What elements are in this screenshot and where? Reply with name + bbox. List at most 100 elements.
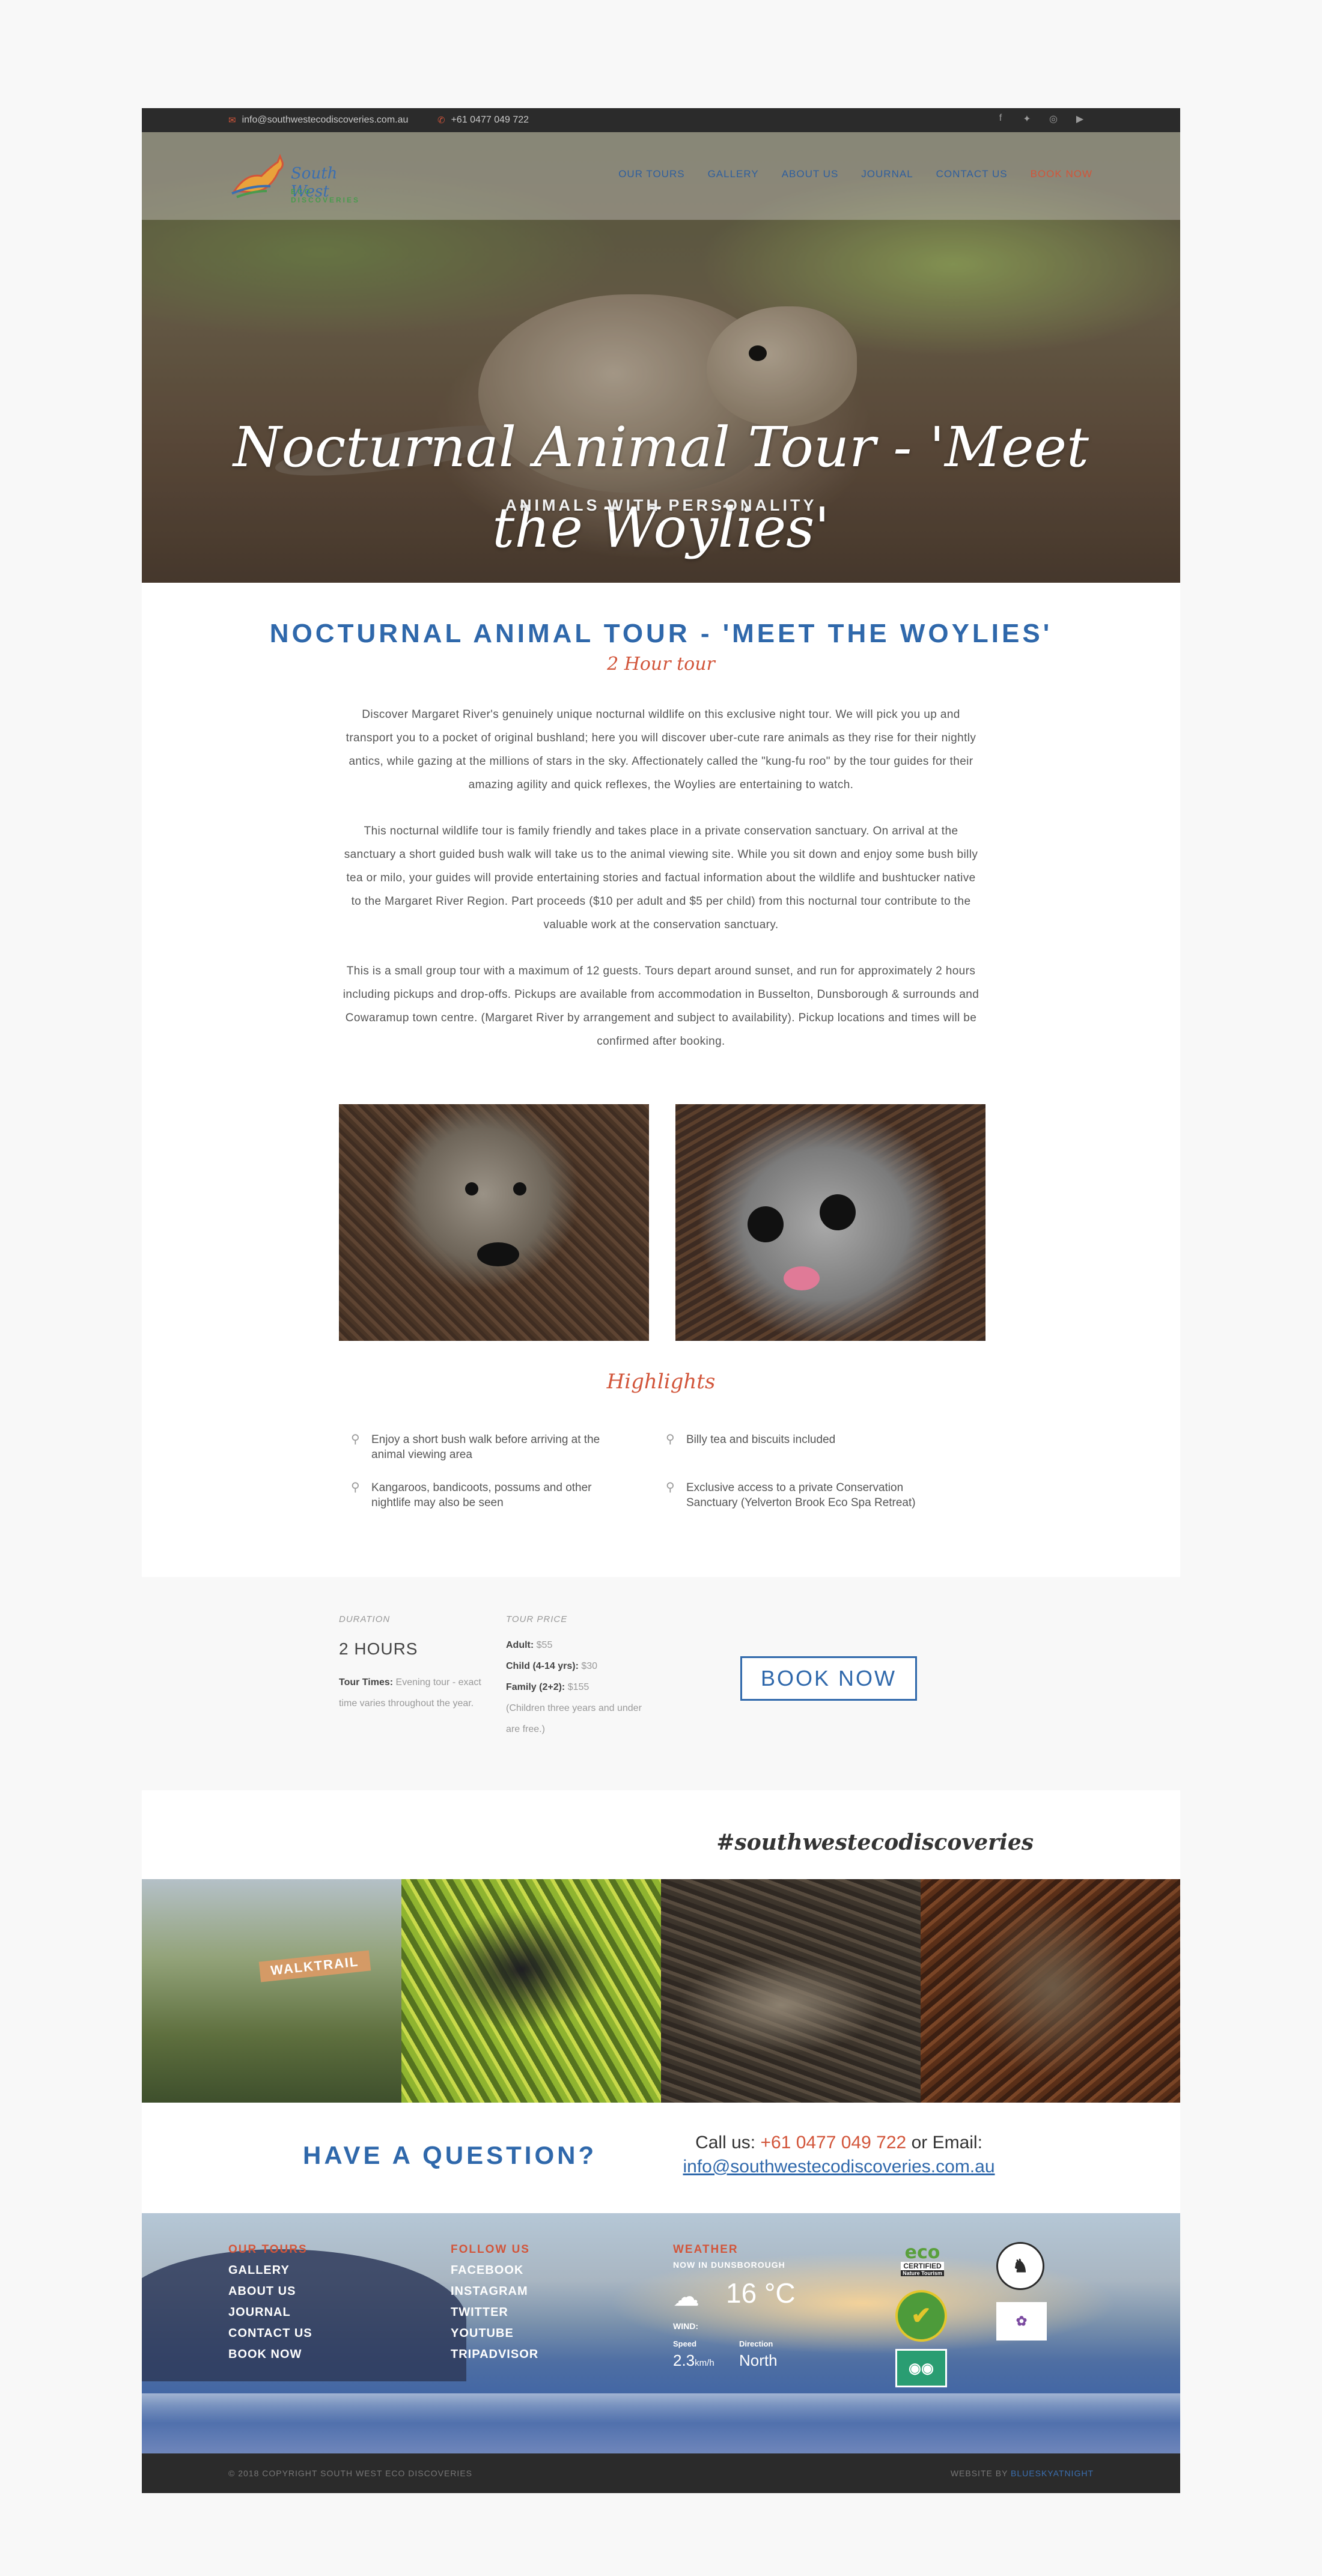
question-phone[interactable]: +61 0477 049 722 xyxy=(760,2133,906,2152)
footer-link-youtube[interactable]: YOUTUBE xyxy=(451,2323,538,2344)
tour-times-label: Tour Times: xyxy=(339,1677,394,1687)
footer-surf xyxy=(142,2393,1180,2423)
photo-woylie-snout xyxy=(477,1242,519,1266)
highlight-item: ⚲ Kangaroos, bandicoots, possums and oth… xyxy=(349,1480,631,1510)
eco-badge-sub: CERTIFIED xyxy=(901,2262,944,2270)
footer-link-book[interactable]: BOOK NOW xyxy=(228,2344,312,2365)
instagram-tile-walktrail[interactable]: WALKTRAIL xyxy=(142,1879,401,2103)
photo-possum-eye-left xyxy=(748,1206,784,1242)
topbar-email[interactable]: ✉ info@southwestecodiscoveries.com.au xyxy=(228,115,408,126)
price-note: (Children three years and under are free… xyxy=(506,1703,642,1734)
question-call: Call us: +61 0477 049 722 or Email: xyxy=(683,2133,995,2153)
price-family: Family (2+2): $155 xyxy=(506,1677,656,1698)
tour-paragraph-2: This nocturnal wildlife tour is family f… xyxy=(344,825,978,931)
topbar-phone-text: +61 0477 049 722 xyxy=(451,115,529,125)
eco-badge-title: eco xyxy=(904,2242,940,2263)
phone-icon: ✆ xyxy=(437,115,445,126)
kangaroo-logo-icon xyxy=(231,153,284,198)
credit-link[interactable]: BLUESKYATNIGHT xyxy=(1011,2468,1094,2478)
wind-speed: 2.3km/h xyxy=(673,2351,714,2370)
footer-link-journal[interactable]: JOURNAL xyxy=(228,2302,312,2323)
facebook-icon[interactable]: f xyxy=(995,113,1006,125)
website-credit: WEBSITE BY BLUESKYATNIGHT xyxy=(951,2468,1094,2478)
map-pin-icon: ⚲ xyxy=(351,1433,360,1446)
highlight-item: ⚲ Exclusive access to a private Conserva… xyxy=(663,1480,946,1510)
footer-follow-column: FOLLOW US FACEBOOK INSTAGRAM TWITTER YOU… xyxy=(451,2243,538,2365)
nav-bar: South West ECO DISCOVERIES OUR TOURS GAL… xyxy=(142,132,1180,220)
price-adult: Adult: $55 xyxy=(506,1635,656,1656)
wind-label: WIND: xyxy=(673,2321,698,2331)
accredited-check-badge: ✔ xyxy=(895,2290,947,2342)
top-bar: ✉ info@southwestecodiscoveries.com.au ✆ … xyxy=(142,108,1180,132)
tourism-council-badge: ♞ xyxy=(996,2242,1044,2290)
wind-direction-label: Direction xyxy=(739,2339,773,2348)
margaret-river-badge: ✿ xyxy=(996,2302,1047,2341)
highlight-text: Enjoy a short bush walk before arriving … xyxy=(371,1433,600,1461)
envelope-icon: ✉ xyxy=(228,115,236,126)
price-child-label: Child (4-14 yrs): xyxy=(506,1661,579,1671)
highlight-text: Billy tea and biscuits included xyxy=(686,1433,836,1446)
tour-info: DURATION 2 HOURS Tour Times: Evening tou… xyxy=(142,1577,1180,1790)
wind-direction-value: North xyxy=(739,2351,778,2369)
instagram-tile-frog[interactable] xyxy=(921,1879,1180,2103)
tripadvisor-badge: ◉◉ xyxy=(895,2349,947,2387)
tour-description: Discover Margaret River's genuinely uniq… xyxy=(142,703,1180,1053)
tour-content: NOCTURNAL ANIMAL TOUR - 'MEET THE WOYLIE… xyxy=(142,583,1180,1577)
footer-follow-heading: FOLLOW US xyxy=(451,2243,530,2256)
call-prefix: Call us: xyxy=(695,2133,756,2152)
footer-link-tripadvisor[interactable]: TRIPADVISOR xyxy=(451,2344,538,2365)
or-email: or Email: xyxy=(911,2133,982,2152)
nav-gallery[interactable]: GALLERY xyxy=(708,168,759,180)
footer-link-gallery[interactable]: GALLERY xyxy=(228,2260,312,2281)
footer-link-twitter[interactable]: TWITTER xyxy=(451,2302,538,2323)
instagram-tile-plant[interactable] xyxy=(401,1879,661,2103)
photo-woylie xyxy=(339,1104,649,1341)
footer-tours-column: OUR TOURS GALLERY ABOUT US JOURNAL CONTA… xyxy=(228,2243,312,2365)
map-pin-icon: ⚲ xyxy=(351,1481,360,1494)
tour-title: NOCTURNAL ANIMAL TOUR - 'MEET THE WOYLIE… xyxy=(269,619,1053,648)
instagram-icon[interactable]: ◎ xyxy=(1048,113,1059,125)
photo-woylie-eye-right xyxy=(513,1182,526,1195)
instagram-tile-bandicoot[interactable] xyxy=(661,1879,921,2103)
wind-speed-value: 2.3 xyxy=(673,2351,695,2369)
site-wrapper: ✉ info@southwestecodiscoveries.com.au ✆ … xyxy=(142,108,1180,2493)
social-icons: f ✦ ◎ ▶ xyxy=(995,113,1085,125)
logo-text-eco: ECO DISCOVERIES xyxy=(291,187,361,204)
price-label: TOUR PRICE xyxy=(506,1614,568,1624)
nav-our-tours[interactable]: OUR TOURS xyxy=(618,168,684,180)
tour-duration-subtitle: 2 Hour tour xyxy=(607,654,715,675)
question-email[interactable]: info@southwestecodiscoveries.com.au xyxy=(683,2157,995,2177)
map-pin-icon: ⚲ xyxy=(666,1433,675,1446)
nav-about-us[interactable]: ABOUT US xyxy=(782,168,839,180)
main-nav: OUR TOURS GALLERY ABOUT US JOURNAL CONTA… xyxy=(618,168,1092,180)
youtube-icon[interactable]: ▶ xyxy=(1074,113,1085,125)
book-now-button[interactable]: BOOK NOW xyxy=(740,1656,917,1701)
question-title: HAVE A QUESTION? xyxy=(303,2141,597,2169)
instagram-feed: #southwestecodiscoveries WALKTRAIL xyxy=(142,1790,1180,2103)
footer-link-contact[interactable]: CONTACT US xyxy=(228,2323,312,2344)
hero-subtitle: ANIMALS WITH PERSONALITY xyxy=(505,496,817,514)
eco-certified-badge: eco CERTIFIED Nature Tourism xyxy=(895,2242,949,2278)
footer-link-about[interactable]: ABOUT US xyxy=(228,2281,312,2302)
highlight-text: Kangaroos, bandicoots, possums and other… xyxy=(371,1481,592,1509)
nav-journal[interactable]: JOURNAL xyxy=(861,168,913,180)
instagram-hashtag[interactable]: #southwestecodiscoveries xyxy=(716,1830,1034,1855)
highlight-text: Exclusive access to a private Conservati… xyxy=(686,1481,916,1509)
twitter-icon[interactable]: ✦ xyxy=(1022,113,1032,125)
wind-speed-label: Speed xyxy=(673,2339,697,2348)
bottom-bar: © 2018 COPYRIGHT SOUTH WEST ECO DISCOVER… xyxy=(142,2453,1180,2493)
eco-badge-sub2: Nature Tourism xyxy=(901,2270,944,2276)
tour-paragraph-1: Discover Margaret River's genuinely uniq… xyxy=(346,708,976,791)
footer-tours-heading[interactable]: OUR TOURS xyxy=(228,2243,312,2256)
topbar-phone[interactable]: ✆ +61 0477 049 722 xyxy=(437,115,529,126)
nav-book-now[interactable]: BOOK NOW xyxy=(1031,168,1092,180)
cloud-icon: ☁ xyxy=(673,2282,699,2312)
map-pin-icon: ⚲ xyxy=(666,1481,675,1494)
weather-location: NOW IN DUNSBOROUGH xyxy=(673,2260,785,2270)
footer-link-facebook[interactable]: FACEBOOK xyxy=(451,2260,538,2281)
hero-title: Nocturnal Animal Tour - 'Meet the Woylie… xyxy=(233,415,1089,560)
footer-link-instagram[interactable]: INSTAGRAM xyxy=(451,2281,538,2302)
site-logo[interactable]: South West ECO DISCOVERIES xyxy=(228,149,358,204)
hero-banner: South West ECO DISCOVERIES OUR TOURS GAL… xyxy=(142,132,1180,583)
nav-contact-us[interactable]: CONTACT US xyxy=(936,168,1008,180)
